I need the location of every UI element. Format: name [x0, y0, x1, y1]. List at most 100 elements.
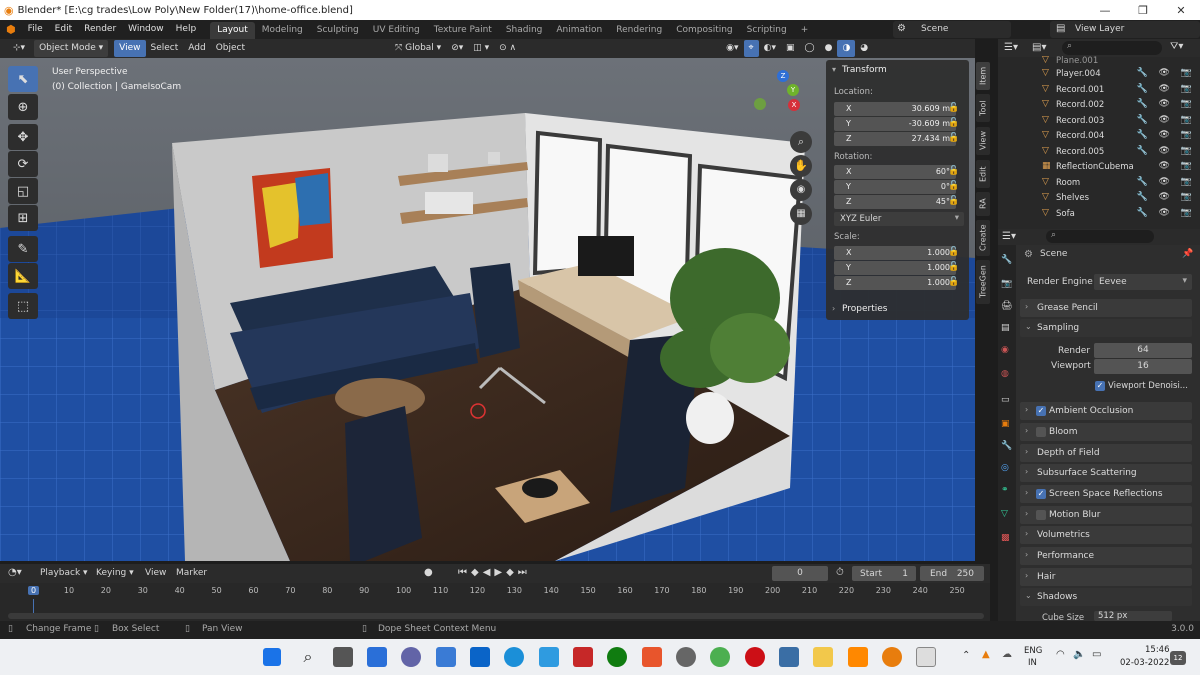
close-button[interactable]: ✕	[1162, 0, 1200, 20]
menu-window[interactable]: Window	[122, 20, 170, 39]
filter-icon[interactable]: ⛛▾	[1170, 41, 1183, 52]
photos-icon[interactable]	[436, 647, 456, 667]
section-motion-blur[interactable]: › Motion Blur	[1020, 506, 1192, 524]
visibility-toggles[interactable]: 👁 📷	[1159, 161, 1197, 171]
menu-file[interactable]: File	[22, 20, 49, 39]
chevron-up-icon[interactable]: ⌃	[962, 650, 970, 661]
tab-shading[interactable]: Shading	[499, 22, 550, 39]
view-layer-selector[interactable]: ▤ View Layer	[1050, 21, 1200, 38]
tab-sculpting[interactable]: Sculpting	[310, 22, 366, 39]
pivot-icon[interactable]: ⊘▾	[446, 40, 468, 57]
sampling-render-field[interactable]: 64	[1094, 343, 1192, 358]
lock-icon[interactable]: 🔓	[948, 196, 959, 206]
opera-icon[interactable]	[745, 647, 765, 667]
lock-icon[interactable]: 🔓	[948, 262, 959, 272]
lock-icon[interactable]: 🔓	[948, 118, 959, 128]
object-tab-icon[interactable]: ▣	[1001, 419, 1010, 429]
tab-edit[interactable]: Edit	[976, 160, 990, 188]
record-icon[interactable]: ●	[424, 567, 433, 578]
editor-type-icon[interactable]: ☰▾	[1002, 231, 1016, 242]
rotate-tool-icon[interactable]: ⟳	[8, 151, 38, 177]
select-box-tool-icon[interactable]: ⬉	[8, 66, 38, 92]
lock-icon[interactable]: 🔓	[948, 103, 959, 113]
timeline-body[interactable]: 0 10 20 30 40 50 60 70 80 90 100 110 120 130 140 150 160…	[0, 583, 990, 621]
move-tool-icon[interactable]: ✥	[8, 124, 38, 150]
transform-tool-icon[interactable]: ⊞	[8, 205, 38, 231]
menu-help[interactable]: Help	[170, 20, 203, 39]
physics-tab-icon[interactable]: ◎	[1001, 463, 1009, 473]
material-tab-icon[interactable]: ▩	[1001, 533, 1010, 543]
settings-icon[interactable]	[676, 647, 696, 667]
editor-type-icon[interactable]: ☰▾	[1004, 42, 1018, 53]
world-tab-icon[interactable]: ◍	[1001, 369, 1009, 379]
tab-scripting[interactable]: Scripting	[740, 22, 794, 39]
output-tab-icon[interactable]: 🖨	[1001, 301, 1012, 311]
data-tab-icon[interactable]: ▽	[1001, 509, 1008, 519]
tab-rendering[interactable]: Rendering	[609, 22, 669, 39]
section-depth-of-field[interactable]: › Depth of Field	[1020, 444, 1192, 462]
rotation-z-field[interactable]: Z 45°	[834, 195, 956, 209]
clock-time[interactable]: 15:46	[1145, 645, 1170, 655]
display-mode-icon[interactable]: ▤▾	[1032, 42, 1046, 53]
outliner-row[interactable]: ▽ Shelves 🔧 👁 📷	[998, 191, 1200, 207]
motion-blur-checkbox[interactable]	[1036, 510, 1046, 520]
lock-icon[interactable]: 🔓	[948, 181, 959, 191]
widgets-icon[interactable]	[367, 647, 387, 667]
mail-icon[interactable]	[470, 647, 490, 667]
transform-orientation-dropdown[interactable]: ⤧ Global ▾	[390, 40, 446, 57]
tab-animation[interactable]: Animation	[549, 22, 609, 39]
blender-taskbar-icon[interactable]	[882, 647, 902, 667]
transform-panel-title[interactable]: Transform	[842, 65, 887, 75]
location-x-field[interactable]: X 30.609 m	[834, 102, 956, 116]
editor-type-icon[interactable]: ◔▾	[8, 567, 22, 578]
scale-x-field[interactable]: X 1.000	[834, 246, 956, 260]
teams-chat-icon[interactable]	[401, 647, 421, 667]
lock-icon[interactable]: 🔓	[948, 277, 959, 287]
rotation-x-field[interactable]: X 60°	[834, 165, 956, 179]
section-hair[interactable]: › Hair	[1020, 568, 1192, 586]
lock-icon[interactable]: 🔓	[948, 133, 959, 143]
cursor-tool-icon[interactable]: ⊕	[8, 94, 38, 120]
chevron-right-icon[interactable]: ›	[832, 304, 835, 313]
properties-panel-title[interactable]: Properties	[842, 304, 887, 314]
visibility-toggles[interactable]: 🔧 👁 📷	[1136, 192, 1196, 202]
tab-modeling[interactable]: Modeling	[255, 22, 310, 39]
sampling-viewport-field[interactable]: 16	[1094, 359, 1192, 374]
visibility-toggles[interactable]: 🔧 👁 📷	[1136, 68, 1196, 78]
outliner-search-input[interactable]: ⌕	[1062, 41, 1162, 55]
tool-tab-icon[interactable]: 🔧	[1001, 255, 1012, 265]
bloom-checkbox[interactable]	[1036, 427, 1046, 437]
render-engine-dropdown[interactable]: Eevee ▾	[1094, 274, 1192, 290]
cube-size-dropdown[interactable]: 512 px	[1094, 611, 1172, 621]
current-frame-field[interactable]: 0	[772, 566, 828, 581]
timeline-scrollbar[interactable]	[8, 613, 984, 619]
app-c-icon[interactable]	[642, 647, 662, 667]
visibility-toggles[interactable]: 🔧 👁 📷	[1136, 208, 1196, 218]
outliner-row[interactable]: ▽ Player.004 🔧 👁 📷	[998, 67, 1200, 83]
navigation-gizmo[interactable]: Z X Y	[752, 66, 802, 121]
notification-badge[interactable]: 12	[1170, 651, 1186, 665]
section-ambient-occlusion[interactable]: › ✓ Ambient Occlusion	[1020, 402, 1192, 420]
tab-ra[interactable]: RA	[976, 192, 990, 216]
scale-y-field[interactable]: Y 1.000	[834, 261, 956, 275]
volume-icon[interactable]: 🔈	[1073, 649, 1085, 660]
rotation-mode-dropdown[interactable]: XYZ Euler ▾	[834, 212, 964, 226]
outliner-row[interactable]: ▽ Record.004 🔧 👁 📷	[998, 129, 1200, 145]
section-bloom[interactable]: › Bloom	[1020, 423, 1192, 441]
section-subsurface-scattering[interactable]: › Subsurface Scattering	[1020, 464, 1192, 482]
scene-selector[interactable]: ⚙ Scene	[893, 21, 1011, 38]
section-performance[interactable]: › Performance	[1020, 547, 1192, 565]
tab-tool[interactable]: Tool	[976, 94, 990, 122]
menu-timeline-view[interactable]: View	[145, 568, 166, 578]
minimize-button[interactable]: —	[1086, 0, 1124, 20]
gizmo-toggle-icon[interactable]: ⌖	[743, 40, 759, 57]
gizmo-x-axis[interactable]: X	[788, 99, 800, 111]
task-view-icon[interactable]	[333, 647, 353, 667]
menu-edit[interactable]: Edit	[49, 20, 78, 39]
section-sampling[interactable]: ⌄ Sampling	[1020, 319, 1192, 337]
transform-chevron-icon[interactable]: ▾	[832, 65, 836, 74]
section-shadows[interactable]: ⌄ Shadows	[1020, 588, 1192, 606]
blender-window-taskbar-icon[interactable]	[916, 647, 936, 667]
tab-view[interactable]: View	[976, 127, 990, 155]
menu-render[interactable]: Render	[78, 20, 122, 39]
